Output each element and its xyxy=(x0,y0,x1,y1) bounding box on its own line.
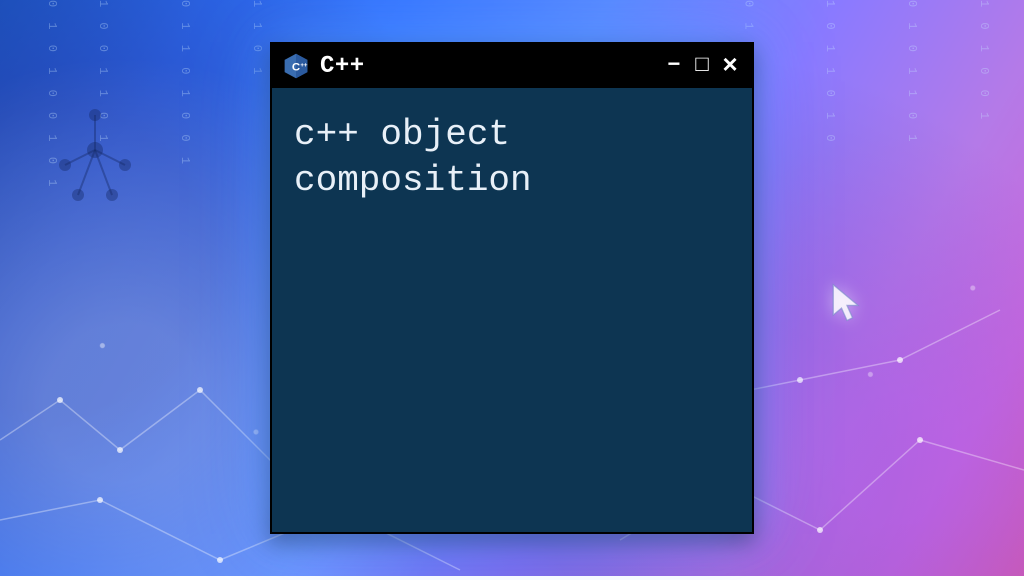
terminal-window: C + + C++ − □ × c++ object composition xyxy=(270,42,754,534)
window-title: C++ xyxy=(320,53,652,80)
window-titlebar[interactable]: C + + C++ − □ × xyxy=(272,44,752,88)
svg-text:C: C xyxy=(292,61,300,73)
cpp-logo-icon: C + + xyxy=(282,52,310,80)
close-button[interactable]: × xyxy=(718,53,742,79)
terminal-content: c++ object composition xyxy=(272,88,752,228)
maximize-button[interactable]: □ xyxy=(690,55,714,77)
window-controls: − □ × xyxy=(662,53,742,79)
minimize-button[interactable]: − xyxy=(662,55,686,77)
svg-text:+: + xyxy=(304,62,308,69)
